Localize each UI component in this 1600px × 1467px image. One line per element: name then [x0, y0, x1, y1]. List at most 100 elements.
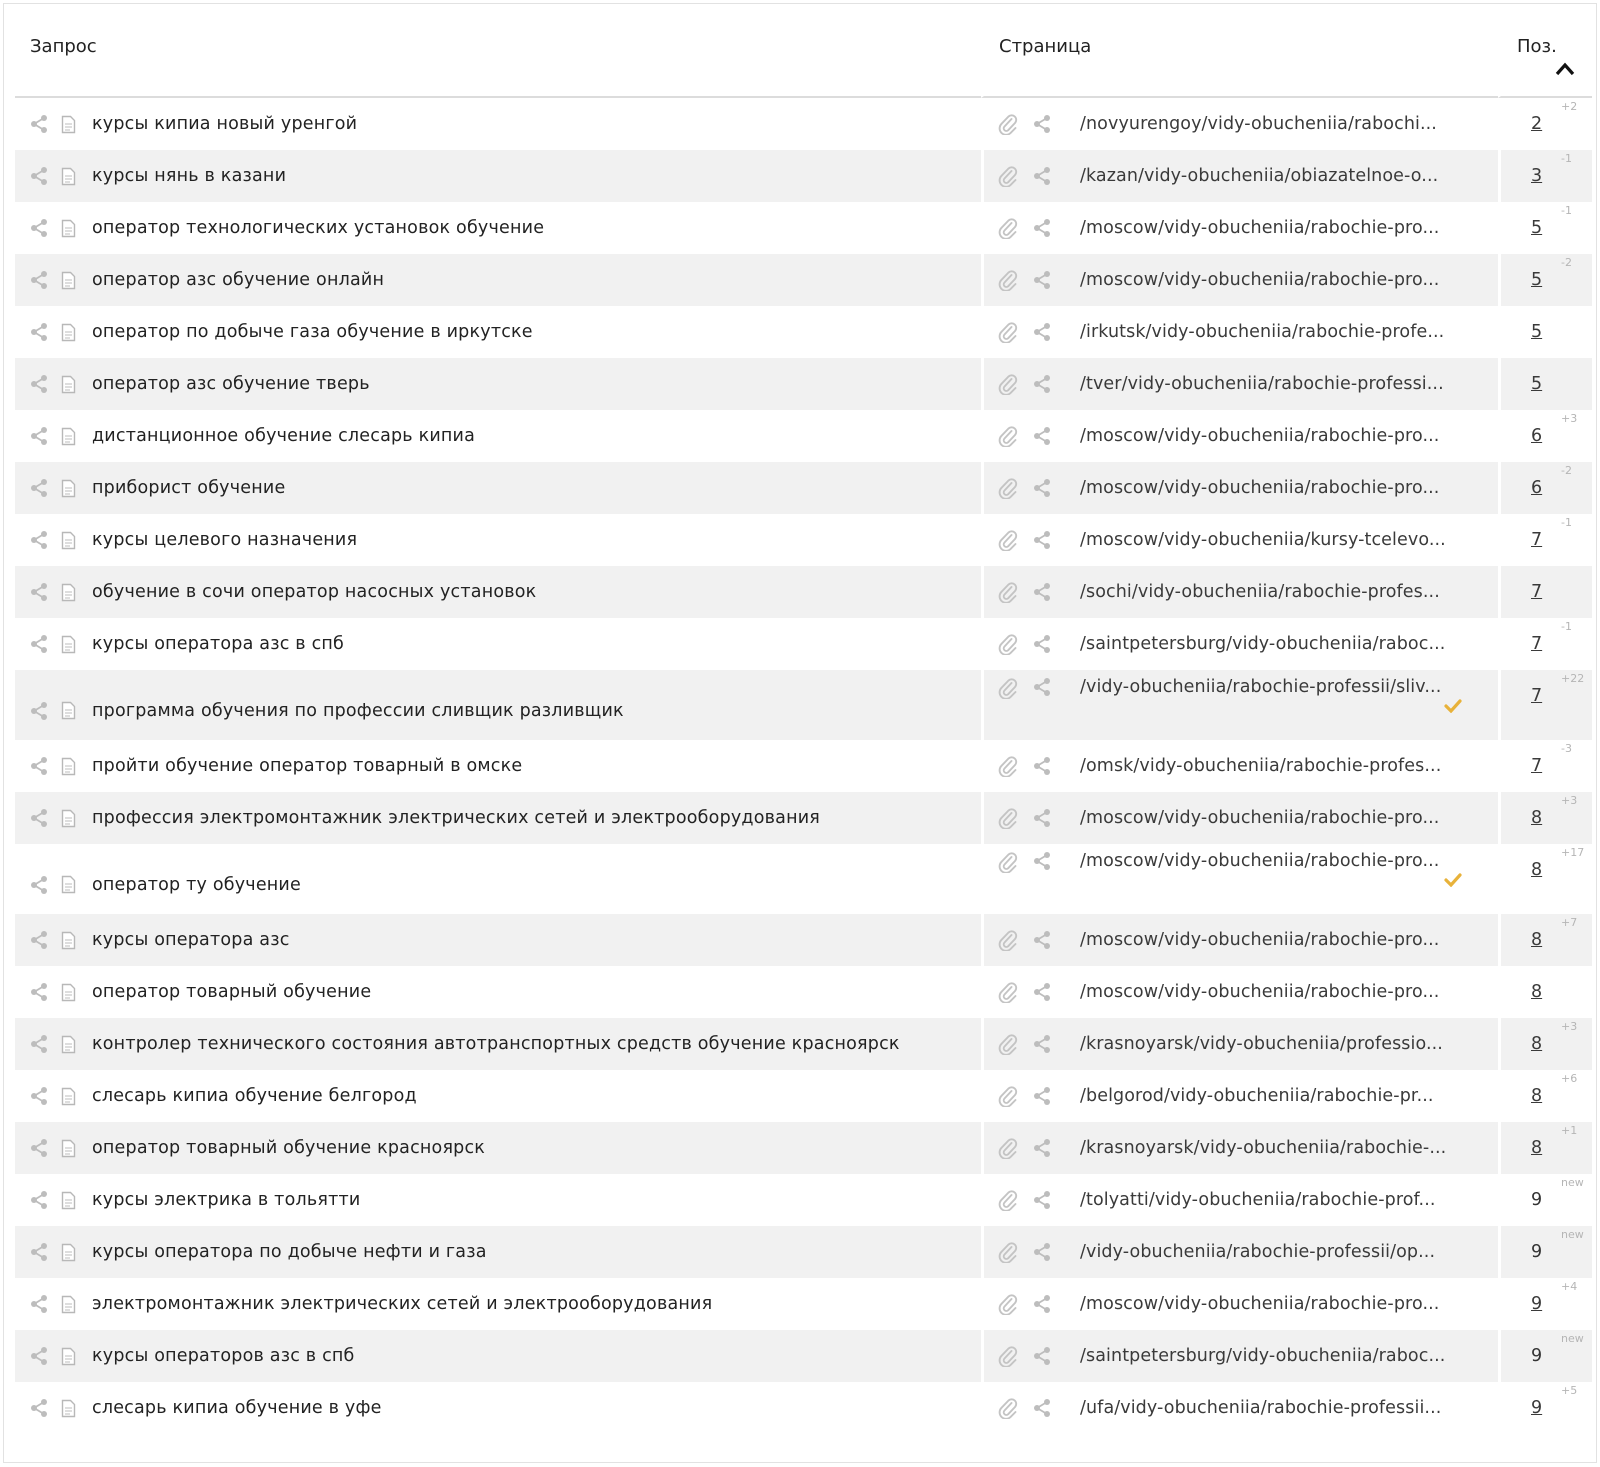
paperclip-icon[interactable]: [998, 217, 1018, 239]
share-icon[interactable]: [29, 374, 49, 394]
paperclip-icon[interactable]: [998, 1345, 1018, 1367]
share-icon[interactable]: [1032, 166, 1052, 186]
paperclip-icon[interactable]: [998, 581, 1018, 603]
share-icon[interactable]: [29, 808, 49, 828]
page-url-link[interactable]: /moscow/vidy-obucheniia/rabochie-pro...: [1080, 982, 1480, 1002]
page-url-link[interactable]: /saintpetersburg/vidy-obucheniia/raboc..…: [1080, 634, 1480, 654]
position-value[interactable]: 8: [1531, 982, 1542, 1002]
share-icon[interactable]: [1032, 756, 1052, 776]
share-icon[interactable]: [1032, 851, 1052, 871]
page-url-link[interactable]: /belgorod/vidy-obucheniia/rabochie-pr...: [1080, 1086, 1480, 1106]
position-value[interactable]: 8: [1531, 808, 1542, 828]
column-header-query[interactable]: Запрос: [15, 12, 981, 98]
page-url-link[interactable]: /krasnoyarsk/vidy-obucheniia/rabochie-..…: [1080, 1138, 1480, 1158]
share-icon[interactable]: [29, 1294, 49, 1314]
column-header-page[interactable]: Страница: [981, 12, 1498, 98]
document-icon[interactable]: [61, 1295, 76, 1314]
document-icon[interactable]: [61, 323, 76, 342]
document-icon[interactable]: [61, 115, 76, 134]
share-icon[interactable]: [1032, 1138, 1052, 1158]
share-icon[interactable]: [29, 530, 49, 550]
share-icon[interactable]: [29, 1190, 49, 1210]
document-icon[interactable]: [61, 931, 76, 950]
share-icon[interactable]: [29, 1086, 49, 1106]
document-icon[interactable]: [61, 1399, 76, 1418]
document-icon[interactable]: [61, 701, 76, 720]
share-icon[interactable]: [1032, 1086, 1052, 1106]
page-url-link[interactable]: /moscow/vidy-obucheniia/rabochie-pro...: [1080, 478, 1480, 498]
page-url-link[interactable]: /krasnoyarsk/vidy-obucheniia/professio..…: [1080, 1034, 1480, 1054]
share-icon[interactable]: [1032, 1294, 1052, 1314]
position-value[interactable]: 7: [1531, 582, 1542, 602]
document-icon[interactable]: [61, 1087, 76, 1106]
share-icon[interactable]: [29, 166, 49, 186]
share-icon[interactable]: [29, 114, 49, 134]
share-icon[interactable]: [1032, 1346, 1052, 1366]
share-icon[interactable]: [29, 1138, 49, 1158]
share-icon[interactable]: [1032, 1242, 1052, 1262]
position-value[interactable]: 8: [1531, 1138, 1542, 1158]
share-icon[interactable]: [29, 1034, 49, 1054]
position-value[interactable]: 9: [1531, 1346, 1542, 1366]
page-url-link[interactable]: /ufa/vidy-obucheniia/rabochie-professii.…: [1080, 1398, 1480, 1418]
paperclip-icon[interactable]: [998, 373, 1018, 395]
share-icon[interactable]: [1032, 930, 1052, 950]
document-icon[interactable]: [61, 1035, 76, 1054]
position-value[interactable]: 7: [1531, 634, 1542, 654]
paperclip-icon[interactable]: [998, 113, 1018, 135]
share-icon[interactable]: [29, 218, 49, 238]
position-value[interactable]: 5: [1531, 270, 1542, 290]
position-value[interactable]: 7: [1531, 756, 1542, 776]
paperclip-icon[interactable]: [998, 851, 1018, 873]
paperclip-icon[interactable]: [998, 755, 1018, 777]
share-icon[interactable]: [29, 634, 49, 654]
share-icon[interactable]: [29, 930, 49, 950]
share-icon[interactable]: [29, 701, 49, 721]
column-header-position[interactable]: Поз.: [1498, 12, 1592, 98]
share-icon[interactable]: [1032, 322, 1052, 342]
share-icon[interactable]: [29, 270, 49, 290]
document-icon[interactable]: [61, 1243, 76, 1262]
paperclip-icon[interactable]: [998, 929, 1018, 951]
document-icon[interactable]: [61, 1139, 76, 1158]
chevron-up-icon[interactable]: [1555, 62, 1575, 76]
position-value[interactable]: 8: [1531, 930, 1542, 950]
document-icon[interactable]: [61, 427, 76, 446]
paperclip-icon[interactable]: [998, 633, 1018, 655]
share-icon[interactable]: [1032, 270, 1052, 290]
share-icon[interactable]: [1032, 677, 1052, 697]
paperclip-icon[interactable]: [998, 1137, 1018, 1159]
share-icon[interactable]: [1032, 1398, 1052, 1418]
position-value[interactable]: 7: [1531, 530, 1542, 550]
page-url-link[interactable]: /vidy-obucheniia/rabochie-professii/op..…: [1080, 1242, 1480, 1262]
document-icon[interactable]: [61, 479, 76, 498]
paperclip-icon[interactable]: [998, 1241, 1018, 1263]
page-url-link[interactable]: /kazan/vidy-obucheniia/obiazatelnoe-o...: [1080, 166, 1480, 186]
paperclip-icon[interactable]: [998, 477, 1018, 499]
document-icon[interactable]: [61, 809, 76, 828]
document-icon[interactable]: [61, 271, 76, 290]
document-icon[interactable]: [61, 1191, 76, 1210]
page-url-link[interactable]: /omsk/vidy-obucheniia/rabochie-profes...: [1080, 756, 1480, 776]
document-icon[interactable]: [61, 583, 76, 602]
paperclip-icon[interactable]: [998, 677, 1018, 699]
position-value[interactable]: 7: [1531, 686, 1542, 706]
page-url-link[interactable]: /tolyatti/vidy-obucheniia/rabochie-prof.…: [1080, 1190, 1480, 1210]
share-icon[interactable]: [29, 982, 49, 1002]
position-value[interactable]: 8: [1531, 860, 1542, 880]
share-icon[interactable]: [29, 1242, 49, 1262]
share-icon[interactable]: [1032, 1190, 1052, 1210]
position-value[interactable]: 5: [1531, 218, 1542, 238]
page-url-link[interactable]: /moscow/vidy-obucheniia/rabochie-pro...: [1080, 218, 1480, 238]
position-value[interactable]: 5: [1531, 374, 1542, 394]
share-icon[interactable]: [29, 1346, 49, 1366]
page-url-link[interactable]: /moscow/vidy-obucheniia/rabochie-pro...: [1080, 1294, 1480, 1314]
share-icon[interactable]: [29, 426, 49, 446]
document-icon[interactable]: [61, 635, 76, 654]
paperclip-icon[interactable]: [998, 269, 1018, 291]
document-icon[interactable]: [61, 875, 76, 894]
share-icon[interactable]: [1032, 634, 1052, 654]
position-value[interactable]: 8: [1531, 1034, 1542, 1054]
page-url-link[interactable]: /irkutsk/vidy-obucheniia/rabochie-profe.…: [1080, 322, 1480, 342]
share-icon[interactable]: [1032, 426, 1052, 446]
